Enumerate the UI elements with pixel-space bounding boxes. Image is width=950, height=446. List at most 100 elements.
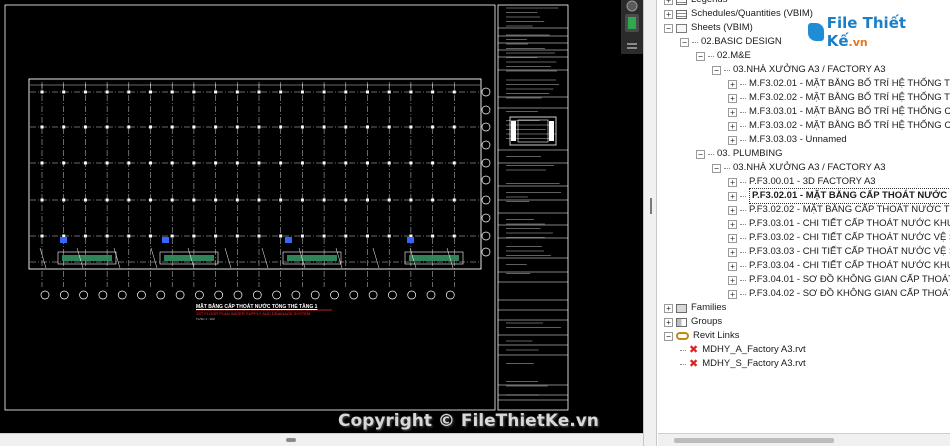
browser-item-label: P.F3.02.01 - MẶT BẰNG CẤP THOÁT NƯỚC T [749, 188, 950, 204]
grid-bubble [482, 123, 490, 131]
grid-bubble [482, 196, 490, 204]
scroll-thumb[interactable] [286, 438, 296, 442]
fixture-line [114, 248, 120, 268]
canvas-horizontal-scrollbar[interactable] [0, 433, 643, 446]
column [258, 126, 261, 129]
tree-connector [740, 280, 746, 281]
expand-icon[interactable]: + [728, 220, 737, 229]
column [106, 199, 109, 202]
collapse-icon[interactable]: − [712, 66, 721, 75]
collapse-icon[interactable]: − [696, 52, 705, 61]
grid-bubble [80, 291, 88, 299]
tree-connector [740, 238, 746, 239]
collapse-icon[interactable]: − [664, 332, 673, 341]
scroll-thumb[interactable] [674, 438, 834, 443]
browser-horizontal-scrollbar[interactable] [658, 433, 950, 446]
collapse-icon[interactable]: − [712, 164, 721, 173]
expand-icon[interactable]: + [728, 80, 737, 89]
expand-icon[interactable]: + [728, 108, 737, 117]
sched-icon [676, 0, 687, 5]
expand-icon[interactable]: + [664, 304, 673, 313]
expand-icon[interactable]: + [728, 290, 737, 299]
browser-item[interactable]: + M.F3.03.01 - MẶT BẰNG BỐ TRÍ HỆ THỐNG C… [728, 105, 950, 119]
browser-item[interactable]: + Groups [664, 315, 722, 329]
column [301, 199, 304, 202]
expand-icon[interactable]: + [728, 94, 737, 103]
column [149, 91, 152, 94]
browser-item[interactable]: + M.F3.02.02 - MẶT BẰNG BỐ TRÍ HỆ THỐNG T… [728, 91, 950, 105]
column [192, 126, 195, 129]
navigation-bar[interactable] [621, 0, 643, 54]
browser-item[interactable]: + P.F3.02.02 - MẶT BẰNG CẤP THOÁT NƯỚC TỔ… [728, 203, 950, 217]
browser-item[interactable]: − 02.BASIC DESIGN [680, 35, 782, 49]
panel-splitter[interactable] [643, 0, 657, 446]
browser-item[interactable]: − 02.M&E [696, 49, 751, 63]
column [388, 162, 391, 165]
browser-item-label: M.F3.02.01 - MẶT BẰNG BỐ TRÍ HỆ THỐNG TH… [749, 77, 950, 91]
expand-icon[interactable]: + [728, 192, 737, 201]
browser-item[interactable]: + P.F3.03.03 - CHI TIẾT CẤP THOÁT NƯỚC VỆ… [728, 245, 950, 259]
browser-item-label: M.F3.03.03 - Unnamed [749, 133, 847, 147]
browser-item-label: 03.NHÀ XƯỞNG A3 / FACTORY A3 [733, 161, 886, 175]
browser-item-label: P.F3.03.03 - CHI TIẾT CẤP THOÁT NƯỚC VỆ … [749, 245, 950, 259]
column [344, 126, 347, 129]
column [388, 91, 391, 94]
browser-item[interactable]: − 03. PLUMBING [696, 147, 782, 161]
column [323, 199, 326, 202]
column [171, 199, 174, 202]
browser-item[interactable]: + P.F3.04.02 - SƠ ĐỒ KHÔNG GIAN CẤP THOÁT… [728, 287, 950, 301]
browser-item[interactable]: + P.F3.03.04 - CHI TIẾT CẤP THOÁT NƯỚC KH… [728, 259, 950, 273]
collapse-icon[interactable]: − [664, 24, 673, 33]
expand-icon[interactable]: + [664, 10, 673, 19]
browser-item-label: 02.BASIC DESIGN [701, 35, 782, 49]
expand-icon[interactable]: + [664, 0, 673, 5]
expand-icon[interactable]: + [728, 262, 737, 271]
browser-item[interactable]: + M.F3.03.03 - Unnamed [728, 133, 847, 147]
grid-bubble [482, 248, 490, 256]
browser-item[interactable]: + P.F3.00.01 - 3D FACTORY A3 [728, 175, 876, 189]
browser-item[interactable]: + Families [664, 301, 726, 315]
browser-item[interactable]: − 03.NHÀ XƯỞNG A3 / FACTORY A3 [712, 63, 886, 77]
browser-item[interactable]: − Sheets (VBIM) [664, 21, 753, 35]
title-block [498, 5, 568, 410]
browser-item[interactable]: ✖ MDHY_S_Factory A3.rvt [680, 357, 806, 371]
expand-icon[interactable]: + [728, 276, 737, 285]
column [62, 199, 65, 202]
expand-icon[interactable]: + [728, 234, 737, 243]
browser-item-label: Revit Links [693, 329, 739, 343]
browser-item[interactable]: + M.F3.03.02 - MẶT BẰNG BỐ TRÍ HỆ THỐNG C… [728, 119, 950, 133]
expand-icon[interactable]: + [664, 318, 673, 327]
broken-link-icon: ✖ [689, 357, 698, 371]
browser-item-label: Families [691, 301, 726, 315]
broken-link-icon: ✖ [689, 343, 698, 357]
drawing-canvas[interactable]: MẶT BẰNG CẤP THOÁT NƯỚC TỔNG THỂ TẦNG 1 … [0, 0, 643, 433]
pipe-run [164, 255, 214, 261]
browser-item[interactable]: + Legends [664, 0, 727, 7]
browser-item[interactable]: − Revit Links [664, 329, 739, 343]
expand-icon[interactable]: + [728, 178, 737, 187]
browser-item[interactable]: + Schedules/Quantities (VBIM) [664, 7, 813, 21]
grid-bubble [350, 291, 358, 299]
column [41, 162, 44, 165]
grid-bubble [482, 176, 490, 184]
column [236, 199, 239, 202]
expand-icon[interactable]: + [728, 248, 737, 257]
column [171, 91, 174, 94]
tree-connector [740, 98, 746, 99]
pipe-run [287, 255, 337, 261]
expand-icon[interactable]: + [728, 136, 737, 145]
collapse-icon[interactable]: − [696, 150, 705, 159]
expand-icon[interactable]: + [728, 122, 737, 131]
browser-item[interactable]: + P.F3.04.01 - SƠ ĐỒ KHÔNG GIAN CẤP THOÁT… [728, 273, 950, 287]
grid-bubble [427, 291, 435, 299]
browser-item[interactable]: + P.F3.03.02 - CHI TIẾT CẤP THOÁT NƯỚC VỆ… [728, 231, 950, 245]
splitter-grip[interactable] [650, 198, 652, 214]
collapse-icon[interactable]: − [680, 38, 689, 47]
column [214, 91, 217, 94]
browser-item[interactable]: + P.F3.02.01 - MẶT BẰNG CẤP THOÁT NƯỚC T [728, 189, 950, 203]
browser-item[interactable]: + M.F3.02.01 - MẶT BẰNG BỐ TRÍ HỆ THỐNG T… [728, 77, 950, 91]
browser-item[interactable]: ✖ MDHY_A_Factory A3.rvt [680, 343, 806, 357]
browser-item[interactable]: − 03.NHÀ XƯỞNG A3 / FACTORY A3 [712, 161, 886, 175]
browser-item[interactable]: + P.F3.03.01 - CHI TIẾT CẤP THOÁT NƯỚC KH… [728, 217, 950, 231]
expand-icon[interactable]: + [728, 206, 737, 215]
